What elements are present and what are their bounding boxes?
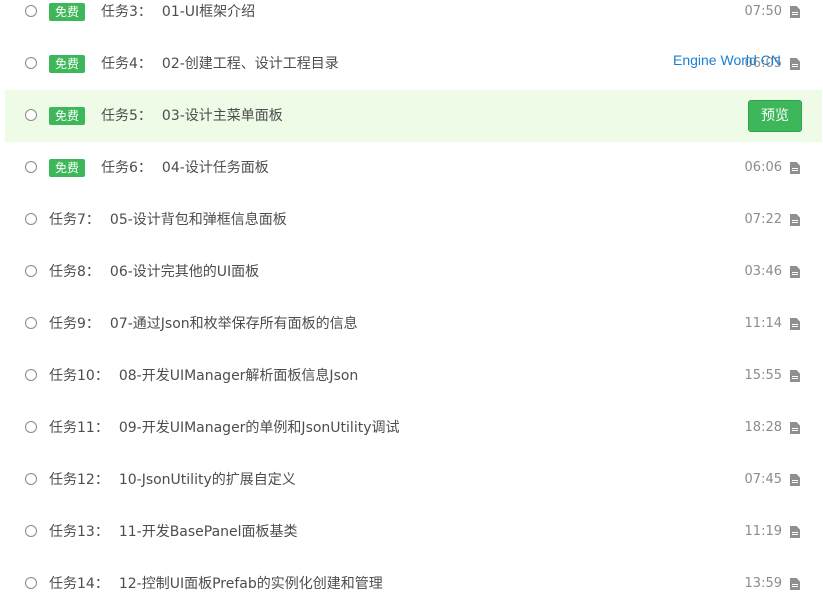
task-row[interactable]: 任务9： 07-通过Json和枚举保存所有面板的信息 11:14	[0, 298, 823, 350]
task-name: 11-开发BasePanel面板基类	[118, 524, 298, 540]
document-icon	[790, 318, 800, 330]
task-duration: 18:28	[744, 420, 782, 435]
task-number: 任务7：	[49, 212, 100, 228]
document-icon	[790, 266, 800, 278]
preview-button[interactable]: 预览	[748, 100, 802, 132]
task-name: 05-设计背包和弹框信息面板	[109, 212, 287, 228]
document-icon	[790, 474, 800, 486]
task-number: 任务10：	[49, 368, 109, 384]
task-name: 07-通过Json和枚举保存所有面板的信息	[109, 316, 358, 332]
task-duration: 13:59	[744, 576, 782, 591]
task-title[interactable]: 任务4： 02-创建工程、设计工程目录	[101, 55, 339, 73]
task-row[interactable]: 任务11： 09-开发UIManager的单例和JsonUtility调试 18:…	[0, 402, 823, 454]
task-row[interactable]: 任务10： 08-开发UIManager解析面板信息Json 15:55	[0, 350, 823, 402]
task-title[interactable]: 任务9： 07-通过Json和枚举保存所有面板的信息	[49, 315, 358, 333]
task-name: 02-创建工程、设计工程目录	[161, 56, 339, 72]
task-name: 12-控制UI面板Prefab的实例化创建和管理	[118, 576, 383, 592]
task-row[interactable]: 任务8： 06-设计完其他的UI面板 03:46	[0, 246, 823, 298]
radio-unchecked-icon[interactable]	[25, 317, 37, 329]
task-row[interactable]: 任务14： 12-控制UI面板Prefab的实例化创建和管理 13:59	[0, 558, 823, 610]
task-number: 任务14：	[49, 576, 109, 592]
radio-unchecked-icon[interactable]	[25, 525, 37, 537]
task-number: 任务11：	[49, 420, 109, 436]
task-number: 任务9：	[49, 316, 100, 332]
radio-unchecked-icon[interactable]	[25, 57, 37, 69]
task-name: 03-设计主菜单面板	[161, 108, 283, 124]
radio-unchecked-icon[interactable]	[25, 161, 37, 173]
task-duration: 06:06	[744, 160, 782, 175]
radio-unchecked-icon[interactable]	[25, 473, 37, 485]
task-number: 任务3：	[101, 4, 152, 20]
radio-unchecked-icon[interactable]	[25, 265, 37, 277]
task-number: 任务12：	[49, 472, 109, 488]
task-row[interactable]: 任务12： 10-JsonUtility的扩展自定义 07:45	[0, 454, 823, 506]
task-number: 任务4：	[101, 56, 152, 72]
radio-unchecked-icon[interactable]	[25, 5, 37, 17]
task-title[interactable]: 任务3： 01-UI框架介绍	[101, 3, 255, 21]
task-row[interactable]: 免费 任务3： 01-UI框架介绍 07:50	[0, 0, 823, 38]
radio-unchecked-icon[interactable]	[25, 109, 37, 121]
task-number: 任务13：	[49, 524, 109, 540]
document-icon	[790, 526, 800, 538]
document-icon	[790, 162, 800, 174]
task-title[interactable]: 任务6： 04-设计任务面板	[101, 159, 269, 177]
task-name: 01-UI框架介绍	[161, 4, 256, 20]
task-number: 任务5：	[101, 108, 152, 124]
task-title[interactable]: 任务11： 09-开发UIManager的单例和JsonUtility调试	[49, 419, 399, 437]
document-icon	[790, 214, 800, 226]
task-duration: 07:22	[744, 212, 782, 227]
task-row[interactable]: 免费 任务6： 04-设计任务面板 06:06	[0, 142, 823, 194]
task-duration: 11:14	[744, 316, 782, 331]
document-icon	[790, 578, 800, 590]
radio-unchecked-icon[interactable]	[25, 577, 37, 589]
task-name: 04-设计任务面板	[161, 160, 269, 176]
task-duration: 11:19	[744, 524, 782, 539]
task-duration: 07:45	[744, 472, 782, 487]
task-row[interactable]: 任务7： 05-设计背包和弹框信息面板 07:22	[0, 194, 823, 246]
document-icon	[790, 58, 800, 70]
task-name: 10-JsonUtility的扩展自定义	[118, 472, 296, 488]
task-row[interactable]: 任务13： 11-开发BasePanel面板基类 11:19	[0, 506, 823, 558]
radio-unchecked-icon[interactable]	[25, 369, 37, 381]
document-icon	[790, 6, 800, 18]
free-badge: 免费	[49, 55, 86, 73]
task-name: 08-开发UIManager解析面板信息Json	[118, 368, 359, 384]
task-title[interactable]: 任务13： 11-开发BasePanel面板基类	[49, 523, 298, 541]
task-number: 任务8：	[49, 264, 100, 280]
task-duration: 15:55	[744, 368, 782, 383]
task-title[interactable]: 任务10： 08-开发UIManager解析面板信息Json	[49, 367, 358, 385]
task-list: 免费 任务3： 01-UI框架介绍 07:50 免费 任务4： 02-创建工程、设计…	[0, 0, 823, 610]
task-number: 任务6：	[101, 160, 152, 176]
task-row-active[interactable]: 免费 任务5： 03-设计主菜单面板 预览	[5, 90, 822, 142]
task-duration: 03:46	[744, 264, 782, 279]
document-icon	[790, 370, 800, 382]
task-title[interactable]: 任务12： 10-JsonUtility的扩展自定义	[49, 471, 296, 489]
task-title[interactable]: 任务14： 12-控制UI面板Prefab的实例化创建和管理	[49, 575, 383, 593]
radio-unchecked-icon[interactable]	[25, 213, 37, 225]
task-name: 06-设计完其他的UI面板	[109, 264, 260, 280]
radio-unchecked-icon[interactable]	[25, 421, 37, 433]
document-icon	[790, 422, 800, 434]
task-name: 09-开发UIManager的单例和JsonUtility调试	[118, 420, 400, 436]
task-title[interactable]: 任务5： 03-设计主菜单面板	[101, 107, 283, 125]
task-duration: 07:50	[744, 4, 782, 19]
free-badge: 免费	[49, 3, 86, 21]
task-title[interactable]: 任务8： 06-设计完其他的UI面板	[49, 263, 259, 281]
watermark-text: Engine World CN	[673, 52, 781, 68]
free-badge: 免费	[49, 159, 86, 177]
free-badge: 免费	[49, 107, 86, 125]
task-title[interactable]: 任务7： 05-设计背包和弹框信息面板	[49, 211, 287, 229]
